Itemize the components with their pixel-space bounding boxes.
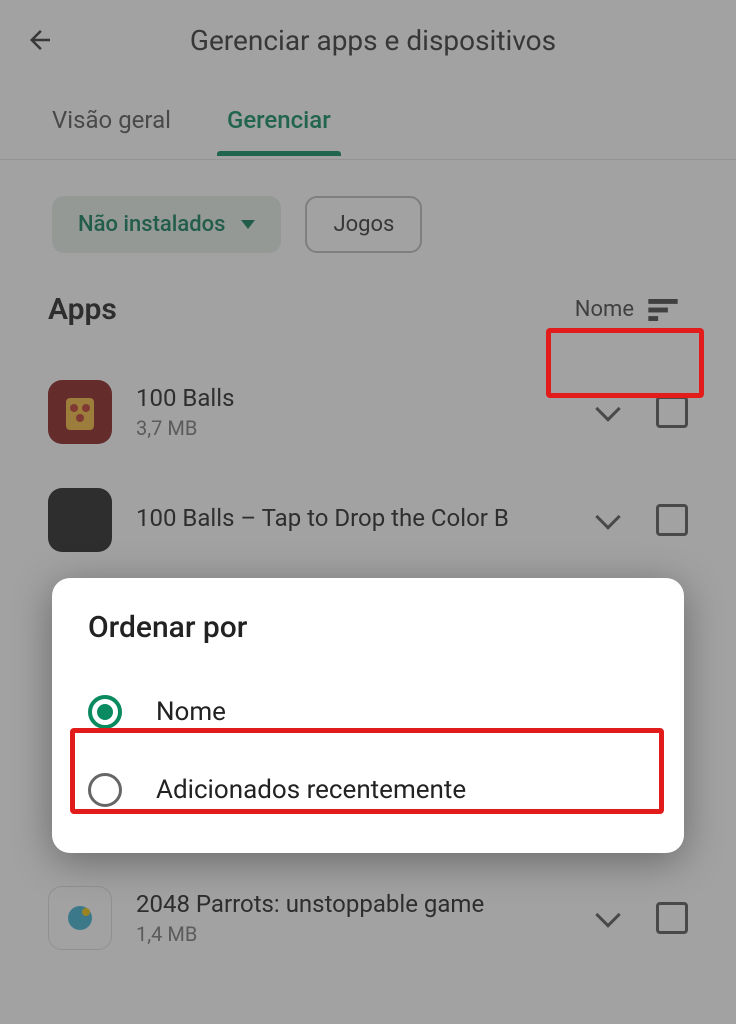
sort-dialog: Ordenar por Nome Adicionados recentement…: [52, 578, 684, 853]
option-label: Adicionados recentemente: [156, 775, 466, 805]
dialog-scrim[interactable]: [0, 0, 736, 1024]
option-label: Nome: [156, 697, 226, 727]
sort-option-name[interactable]: Nome: [82, 673, 654, 751]
radio-checked-icon: [88, 695, 122, 729]
dialog-title: Ordenar por: [82, 610, 654, 645]
sort-option-recent[interactable]: Adicionados recentemente: [82, 751, 654, 829]
radio-unchecked-icon: [88, 773, 122, 807]
